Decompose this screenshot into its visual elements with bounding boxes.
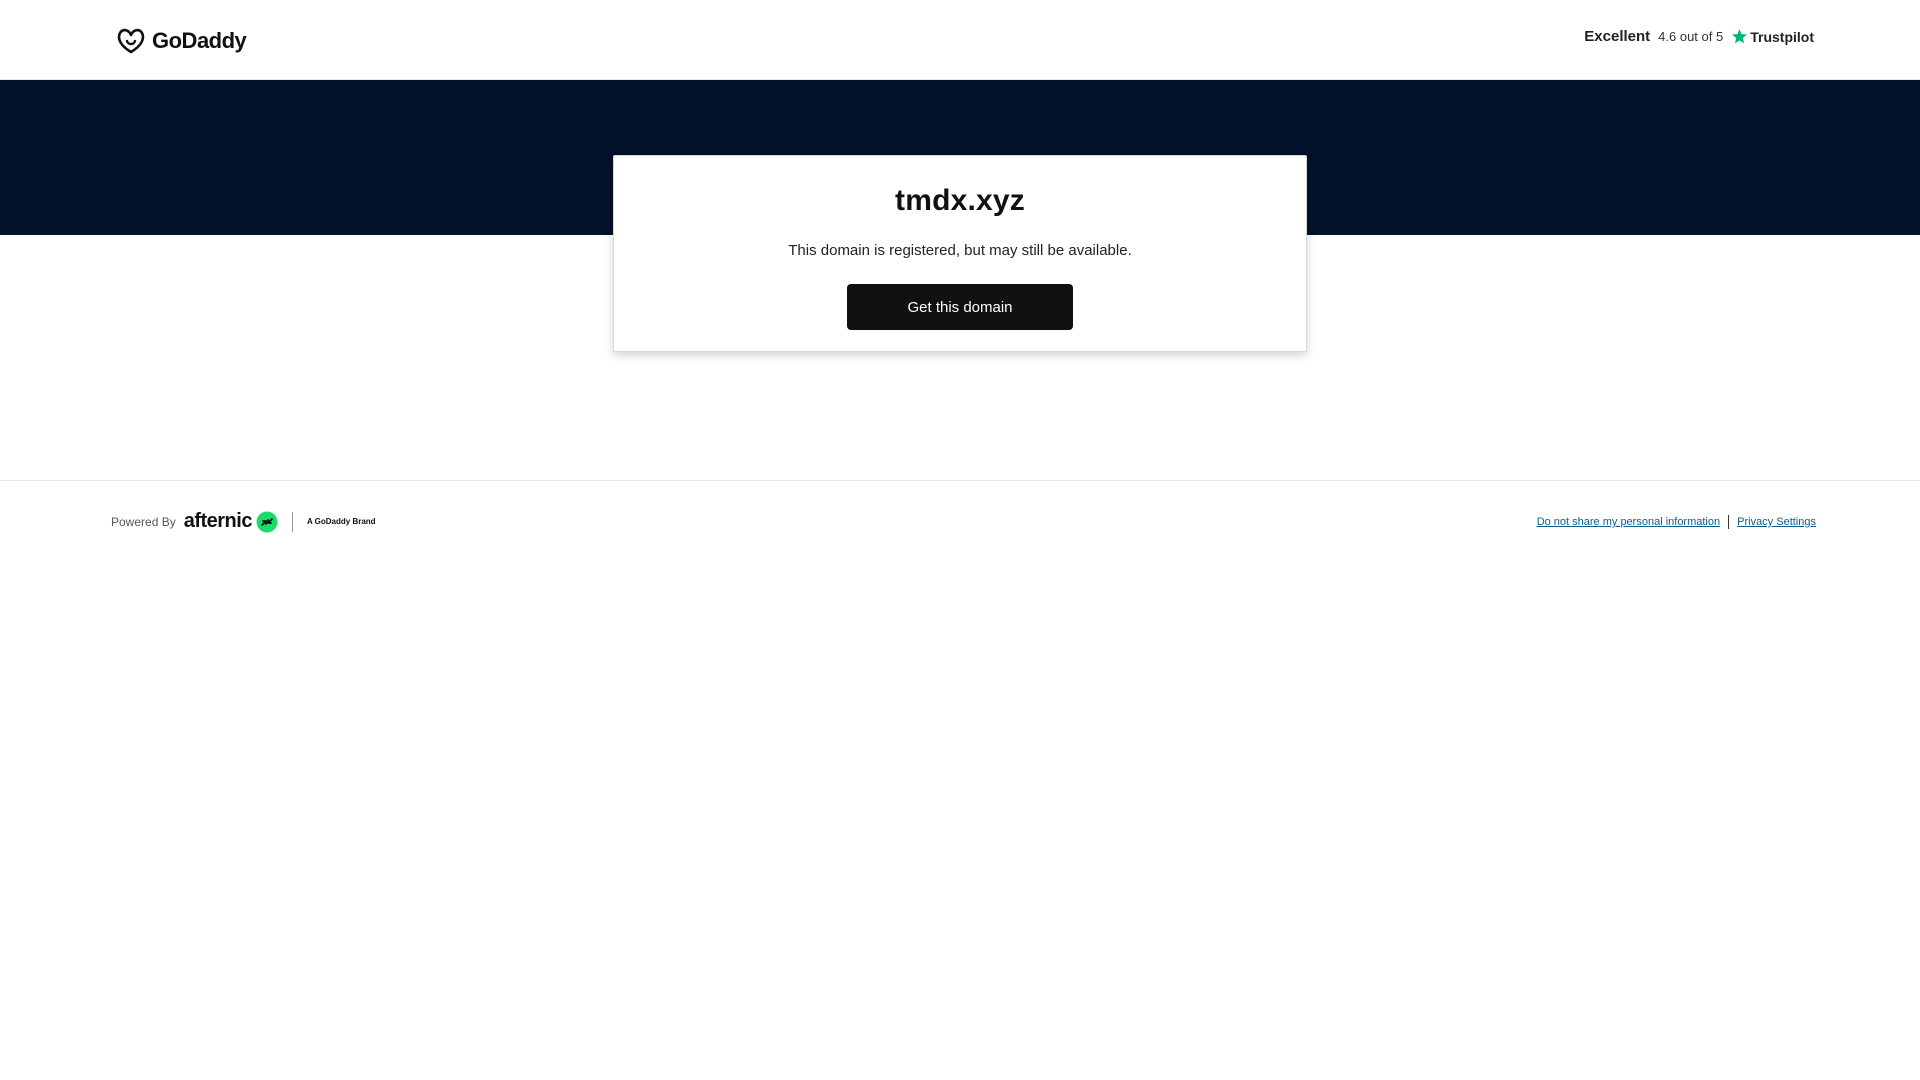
godaddy-logo-icon [117, 28, 145, 54]
site-header: GoDaddy Excellent 4.6 out of 5 Trustpilo… [0, 0, 1920, 80]
domain-status-text: This domain is registered, but may still… [788, 242, 1132, 259]
rating-score: 4.6 out of 5 [1658, 29, 1724, 44]
godaddy-brand-tag: A GoDaddy Brand [306, 517, 376, 526]
legal-links: Do not share my personal information Pri… [1537, 515, 1816, 529]
afternic-logo[interactable]: afternic [184, 510, 278, 533]
powered-by-label: Powered By [111, 514, 176, 529]
trustpilot-logo: Trustpilot [1731, 28, 1814, 45]
legal-separator [1728, 515, 1730, 529]
do-not-share-link[interactable]: Do not share my personal information [1537, 516, 1720, 528]
privacy-settings-link[interactable]: Privacy Settings [1737, 516, 1816, 528]
trustpilot-rating[interactable]: Excellent 4.6 out of 5 Trustpilot [1584, 28, 1814, 45]
domain-name: tmdx.xyz [895, 184, 1025, 217]
trustpilot-star-icon [1732, 29, 1748, 44]
logo-wordmark: GoDaddy [152, 28, 247, 53]
domain-card: tmdx.xyz This domain is registered, but … [613, 155, 1307, 352]
brand-separator [291, 511, 293, 532]
afternic-wordmark: afternic [183, 510, 253, 532]
rating-word: Excellent [1584, 28, 1651, 45]
trustpilot-wordmark: Trustpilot [1750, 28, 1814, 45]
powered-by: Powered By afternic A GoDaddy Brand [111, 510, 376, 533]
footer-divider [0, 480, 1920, 481]
get-this-domain-button[interactable]: Get this domain [847, 284, 1073, 330]
godaddy-logo[interactable]: GoDaddy [116, 26, 247, 56]
afternic-arrows-icon [256, 511, 278, 532]
